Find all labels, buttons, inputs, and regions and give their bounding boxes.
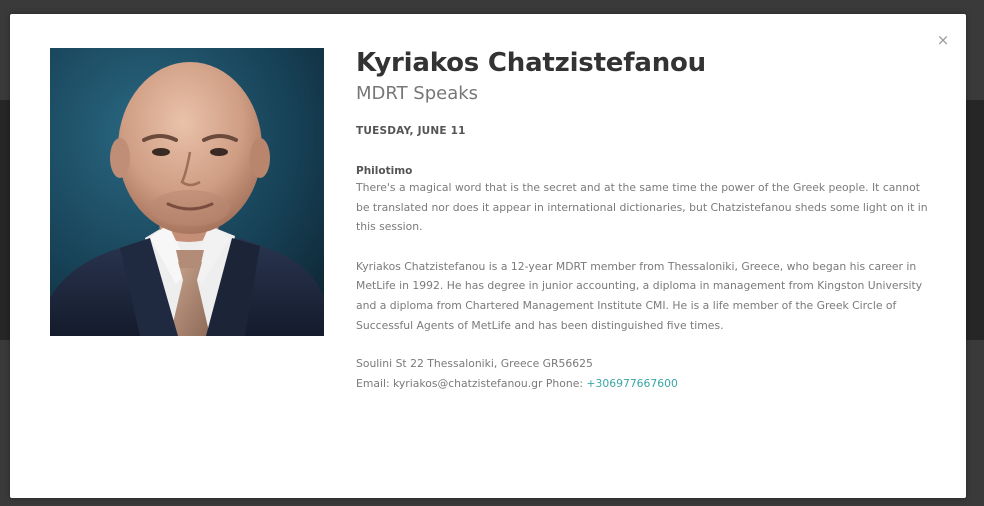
close-icon[interactable]: ×: [935, 32, 951, 48]
contact-info: Soulini St 22 Thessaloniki, Greece GR566…: [356, 354, 936, 393]
phone-link[interactable]: +306977667600: [586, 377, 677, 390]
speaker-bio: Kyriakos Chatzistefanou is a 12-year MDR…: [356, 259, 923, 332]
email-label: Email:: [356, 376, 394, 390]
contact-line: Email: kyriakos@chatzistefanou.gr Phone:…: [356, 374, 936, 394]
speaker-photo: [50, 48, 324, 336]
program-subtitle: MDRT Speaks: [356, 83, 479, 104]
email-value: kyriakos@chatzistefanou.gr: [393, 376, 543, 390]
speaker-modal: × Kyriakos Chatzistefanou MDRT Speaks TU…: [10, 14, 966, 498]
phone-label: Phone:: [542, 376, 587, 390]
speaker-name: Kyriakos Chatzistefanou: [356, 48, 706, 78]
session-description: There's a magical word that is the secre…: [356, 181, 928, 234]
contact-address: Soulini St 22 Thessaloniki, Greece GR566…: [356, 357, 593, 371]
session-title: Philotimo: [356, 165, 413, 177]
session-date: TUESDAY, JUNE 11: [356, 125, 466, 137]
speaker-details: Kyriakos Chatzistefanou MDRT Speaks TUES…: [356, 46, 936, 393]
